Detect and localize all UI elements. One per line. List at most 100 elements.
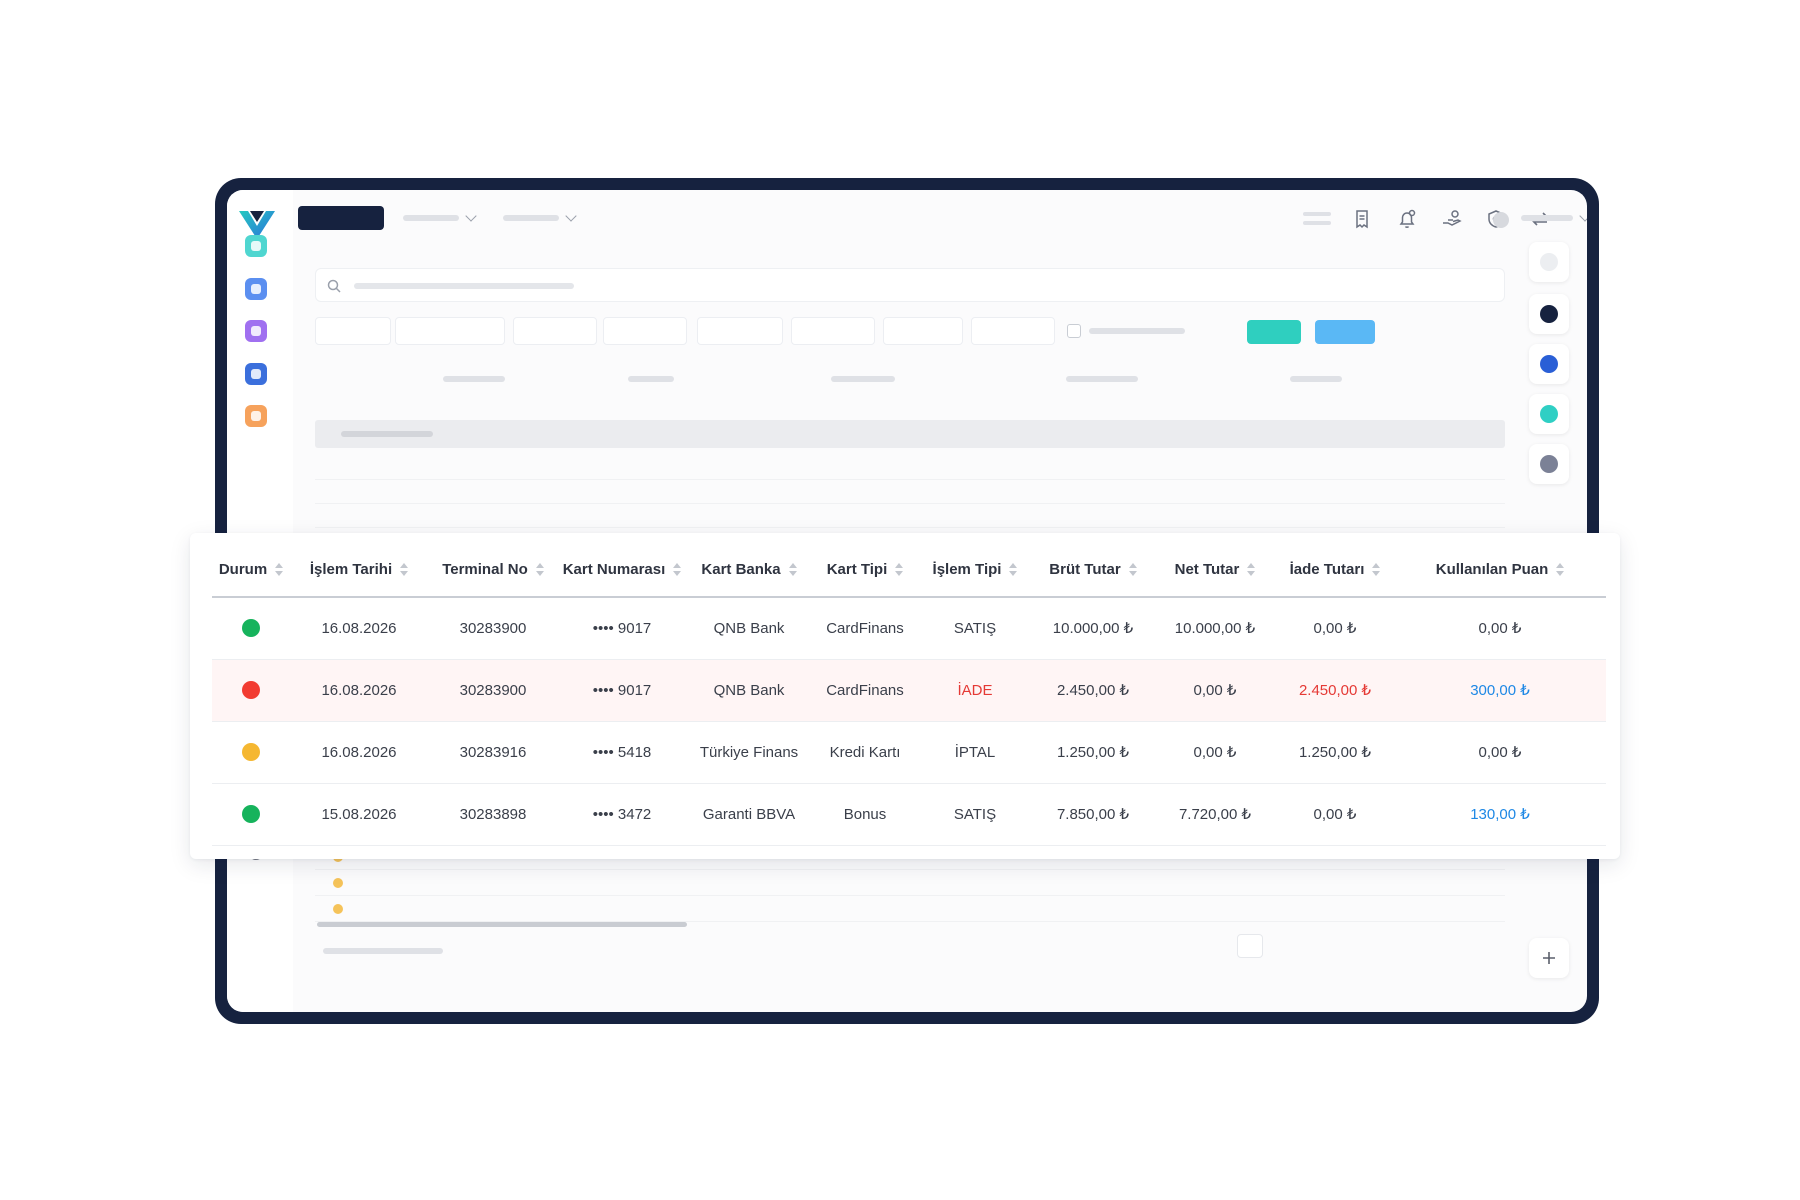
cell-card-number: •••• 9017	[558, 597, 686, 660]
column-header-durum[interactable]: Durum	[212, 533, 290, 598]
column-header-terminal-no[interactable]: Terminal No	[428, 533, 558, 598]
nav-transactions-icon[interactable]	[245, 320, 267, 342]
nav-campaigns-icon[interactable]	[245, 405, 267, 427]
sort-icon[interactable]	[1556, 563, 1565, 577]
column-header-kart-tipi[interactable]: Kart Tipi	[812, 533, 918, 598]
table-row[interactable]: 16.08.2026 30283900 •••• 9017 QNB Bank C…	[212, 659, 1606, 722]
sort-icon[interactable]	[1247, 563, 1256, 577]
rail-button[interactable]	[1529, 344, 1569, 384]
cell-card-type: Bonus	[812, 783, 918, 846]
table-header-row: Durum İşlem Tarihi Terminal No Kart Numa…	[212, 533, 1606, 598]
chevron-down-icon	[465, 210, 477, 222]
filter-dropdown[interactable]	[971, 317, 1055, 345]
column-header-islem-tarihi[interactable]: İşlem Tarihi	[290, 533, 428, 598]
rail-button[interactable]	[1529, 294, 1569, 334]
column-header-islem-tipi[interactable]: İşlem Tipi	[918, 533, 1032, 598]
status-success-indicator	[242, 619, 260, 638]
cell-points: 130,00 ₺	[1394, 783, 1606, 846]
cell-terminal: 30283916	[428, 721, 558, 784]
filter-dropdown[interactable]	[697, 317, 783, 345]
hand-money-icon[interactable]	[1441, 208, 1463, 230]
cell-bank: QNB Bank	[686, 597, 812, 660]
cell-points: 300,00 ₺	[1394, 659, 1606, 722]
cell-refund: 1.250,00 ₺	[1276, 721, 1394, 784]
export-button[interactable]	[1315, 320, 1375, 344]
user-avatar[interactable]	[1493, 212, 1509, 228]
cell-tx-type: İPTAL	[918, 721, 1032, 784]
cell-terminal: 30283898	[428, 783, 558, 846]
status-cancel-indicator	[242, 743, 260, 762]
cell-net: 10.000,00 ₺	[1154, 597, 1276, 660]
filter-checkbox[interactable]	[1067, 324, 1081, 338]
filter-chip[interactable]	[315, 317, 391, 345]
cell-refund: 2.450,00 ₺	[1276, 659, 1394, 722]
search-input[interactable]	[315, 268, 1505, 302]
column-header-brut-tutar[interactable]: Brüt Tutar	[1032, 533, 1154, 598]
nav-reports-icon[interactable]	[245, 278, 267, 300]
table-row[interactable]: 16.08.2026 30283900 •••• 9017 QNB Bank C…	[212, 597, 1606, 660]
cell-bank: QNB Bank	[686, 659, 812, 722]
sort-icon[interactable]	[895, 563, 904, 577]
filter-chip[interactable]	[395, 317, 505, 345]
cell-tx-type: SATIŞ	[918, 783, 1032, 846]
sort-icon[interactable]	[673, 563, 682, 577]
status-refund-indicator	[242, 681, 260, 700]
rail-button[interactable]	[1529, 444, 1569, 484]
column-header-kart-banka[interactable]: Kart Banka	[686, 533, 812, 598]
cell-refund: 0,00 ₺	[1276, 597, 1394, 660]
filter-dropdown[interactable]	[883, 317, 963, 345]
nav-analytics-icon[interactable]	[245, 363, 267, 385]
search-icon	[327, 279, 341, 293]
cell-gross: 7.850,00 ₺	[1032, 783, 1154, 846]
column-header-iade-tutari[interactable]: İade Tutarı	[1276, 533, 1394, 598]
column-header-net-tutar[interactable]: Net Tutar	[1154, 533, 1276, 598]
cell-refund: 0,00 ₺	[1276, 783, 1394, 846]
nav-dashboard-icon[interactable]	[245, 235, 267, 257]
date-group-header[interactable]	[315, 420, 1505, 448]
receipt-icon[interactable]	[1351, 208, 1373, 230]
cell-card-number: •••• 9017	[558, 659, 686, 722]
bell-icon[interactable]	[1396, 208, 1418, 230]
transactions-table: Durum İşlem Tarihi Terminal No Kart Numa…	[212, 533, 1606, 846]
cell-net: 0,00 ₺	[1154, 721, 1276, 784]
top-menu-dropdown[interactable]	[503, 210, 577, 223]
filter-dropdown[interactable]	[791, 317, 875, 345]
filter-chip[interactable]	[603, 317, 687, 345]
top-bar	[293, 190, 1587, 252]
chevron-down-icon	[1579, 210, 1587, 222]
sort-icon[interactable]	[1009, 563, 1018, 577]
cell-terminal: 30283900	[428, 597, 558, 660]
sort-icon[interactable]	[400, 563, 409, 577]
table-row[interactable]: 16.08.2026 30283916 •••• 5418 Türkiye Fi…	[212, 721, 1606, 784]
column-header-kullanilan-puan[interactable]: Kullanılan Puan	[1394, 533, 1606, 598]
column-header-kart-numarasi[interactable]: Kart Numarası	[558, 533, 686, 598]
rail-button[interactable]	[1529, 242, 1569, 282]
cell-gross: 2.450,00 ₺	[1032, 659, 1154, 722]
cell-points: 0,00 ₺	[1394, 597, 1606, 660]
menu-lines-icon[interactable]	[1301, 208, 1333, 230]
pagination-prev-button[interactable]	[1237, 934, 1263, 958]
workspace-selector[interactable]	[298, 206, 384, 230]
cell-date: 16.08.2026	[290, 721, 428, 784]
cell-terminal: 30283900	[428, 659, 558, 722]
sort-icon[interactable]	[535, 563, 544, 577]
sort-icon[interactable]	[1128, 563, 1137, 577]
cell-card-type: CardFinans	[812, 597, 918, 660]
user-menu-dropdown[interactable]	[1521, 210, 1587, 223]
sort-icon[interactable]	[788, 563, 797, 577]
rail-button[interactable]	[1529, 394, 1569, 434]
cell-tx-type: İADE	[918, 659, 1032, 722]
cell-date: 15.08.2026	[290, 783, 428, 846]
cell-card-number: •••• 3472	[558, 783, 686, 846]
horizontal-scrollbar[interactable]	[317, 922, 687, 927]
chevron-down-icon	[565, 210, 577, 222]
table-row[interactable]: 15.08.2026 30283898 •••• 3472 Garanti BB…	[212, 783, 1606, 846]
top-menu-dropdown[interactable]	[403, 210, 477, 223]
add-button[interactable]	[1529, 938, 1569, 978]
filter-chip[interactable]	[513, 317, 597, 345]
sort-icon[interactable]	[275, 563, 284, 577]
apply-filter-button[interactable]	[1247, 320, 1301, 344]
sort-icon[interactable]	[1372, 563, 1381, 577]
cell-date: 16.08.2026	[290, 597, 428, 660]
cell-bank: Türkiye Finans	[686, 721, 812, 784]
